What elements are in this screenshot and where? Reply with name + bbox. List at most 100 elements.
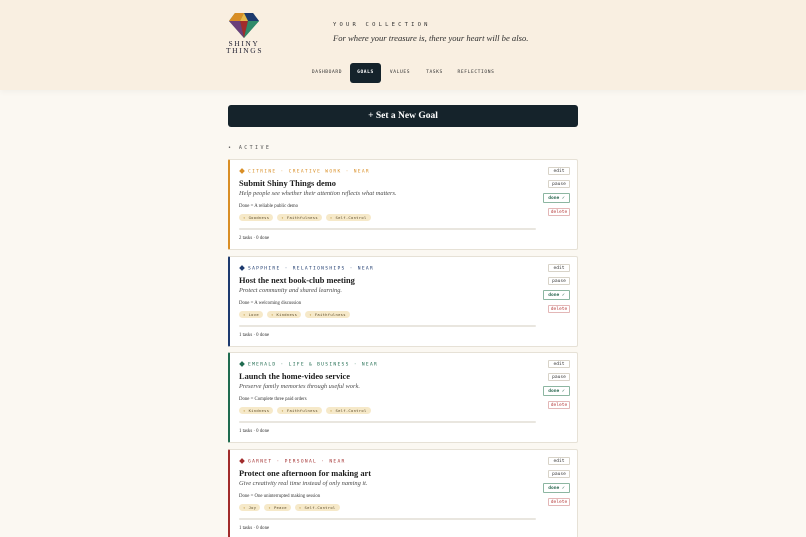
virtue-chip: ✦ Self-Control: [325, 214, 371, 221]
edit-button[interactable]: edit: [548, 360, 570, 368]
goal-progress-bar: [239, 421, 536, 423]
nav-goals[interactable]: GOALS: [350, 63, 381, 83]
goal-done-definition: Done = One uninterrupted making session: [239, 494, 321, 499]
brand-line-2: THINGS: [226, 46, 264, 55]
virtue-chip: ✦ Faithfulness: [277, 407, 322, 414]
virtue-label: Faithfulness: [314, 312, 346, 317]
done-button[interactable]: done ✓: [543, 483, 570, 493]
virtue-list: ✦ Joy ✦ Peace ✦ Self-Control: [239, 504, 340, 511]
main-nav: DASHBOARD GOALS VALUES TASKS REFLECTIONS: [0, 63, 806, 83]
header: SHINY THINGS YOUR COLLECTION For where y…: [0, 0, 806, 90]
virtue-label: Faithfulness: [286, 408, 318, 413]
virtue-chip: ✦ Love: [239, 311, 263, 318]
goal-task-count: 1 tasks · 0 done: [239, 526, 270, 531]
goal-task-count: 1 tasks · 0 done: [239, 429, 270, 434]
edit-button[interactable]: edit: [548, 167, 570, 175]
star-icon: ✦: [243, 215, 246, 220]
edit-button[interactable]: edit: [548, 457, 570, 465]
section-label-active: • ACTIVE: [228, 145, 272, 151]
goal-subtitle: Preserve family memories through useful …: [239, 383, 360, 390]
goal-progress-bar: [239, 518, 536, 520]
virtue-label: Self-Control: [335, 215, 367, 220]
virtue-label: Faithfulness: [286, 215, 318, 220]
pause-button[interactable]: pause: [548, 470, 570, 478]
nav-dashboard[interactable]: DASHBOARD: [307, 63, 347, 83]
goal-subtitle: Give creativity real time instead of onl…: [239, 480, 368, 487]
star-icon: ✦: [270, 312, 274, 317]
goal-actions: edit pause done ✓ delete: [543, 167, 570, 221]
virtue-chip: ✦ Self-Control: [294, 504, 340, 511]
goal-meta: CITRINE · CREATIVE WORK · NEAR: [239, 168, 370, 175]
delete-button[interactable]: delete: [548, 401, 570, 409]
goal-card: CITRINE · CREATIVE WORK · NEAR Submit Sh…: [228, 159, 578, 250]
goal-title: Launch the home-video service: [239, 372, 350, 381]
virtue-label: Love: [248, 312, 259, 317]
goal-actions: edit pause done ✓ delete: [543, 264, 570, 318]
goal-meta-text: GARNET · PERSONAL · NEAR: [248, 459, 346, 465]
goal-card: EMERALD · LIFE & BUSINESS · NEAR Launch …: [228, 352, 578, 443]
done-button[interactable]: done ✓: [543, 193, 570, 203]
goal-meta: GARNET · PERSONAL · NEAR: [239, 458, 346, 465]
brand-name: SHINY THINGS: [226, 40, 264, 55]
goal-meta-text: SAPPHIRE · RELATIONSHIPS · NEAR: [248, 266, 375, 272]
virtue-chip: ✦ Kindness: [266, 311, 302, 318]
goal-progress-bar: [239, 228, 536, 230]
goal-meta-text: EMERALD · LIFE & BUSINESS · NEAR: [248, 362, 379, 368]
goal-meta-text: CITRINE · CREATIVE WORK · NEAR: [248, 169, 370, 175]
gem-icon: [239, 458, 245, 464]
goal-progress-bar: [239, 325, 536, 327]
gem-icon: [239, 265, 245, 271]
pause-button[interactable]: pause: [548, 277, 570, 285]
goal-title: Host the next book-club meeting: [239, 276, 355, 285]
star-icon: ✦: [243, 312, 246, 317]
delete-button[interactable]: delete: [548, 208, 570, 216]
virtue-label: Kindness: [276, 312, 298, 317]
goal-done-definition: Done = A welcoming discussion: [239, 301, 302, 306]
star-icon: ✦: [298, 505, 302, 510]
star-icon: ✦: [268, 505, 271, 510]
star-icon: ✦: [243, 408, 246, 413]
nav-reflections[interactable]: REFLECTIONS: [454, 63, 498, 83]
gem-icon: [239, 361, 245, 367]
goal-title: Submit Shiny Things demo: [239, 179, 336, 188]
gem-icon: [239, 168, 245, 174]
virtue-chip: ✦ Kindness: [239, 407, 274, 414]
done-button[interactable]: done ✓: [543, 386, 570, 396]
goal-title: Protect one afternoon for making art: [239, 469, 372, 478]
goal-task-count: 1 tasks · 0 done: [239, 333, 270, 338]
goal-actions: edit pause done ✓ delete: [543, 360, 570, 414]
star-icon: ✦: [243, 505, 246, 510]
star-icon: ✦: [329, 408, 333, 413]
virtue-chip: ✦ Peace: [264, 504, 291, 511]
done-button[interactable]: done ✓: [543, 290, 570, 300]
star-icon: ✦: [329, 215, 333, 220]
delete-button[interactable]: delete: [548, 305, 570, 313]
nav-tasks[interactable]: TASKS: [421, 63, 448, 83]
virtue-label: Self-Control: [304, 505, 336, 510]
goal-done-definition: Done = A reliable public demo: [239, 204, 299, 209]
virtue-label: Peace: [273, 505, 287, 510]
goal-meta: EMERALD · LIFE & BUSINESS · NEAR: [239, 361, 379, 368]
edit-button[interactable]: edit: [548, 264, 570, 272]
pause-button[interactable]: pause: [548, 373, 570, 381]
goal-actions: edit pause done ✓ delete: [543, 457, 570, 511]
set-new-goal-button[interactable]: + Set a New Goal: [228, 105, 578, 127]
nav-values[interactable]: VALUES: [385, 63, 415, 83]
delete-button[interactable]: delete: [548, 498, 570, 506]
goal-done-definition: Done = Complete three paid orders: [239, 397, 307, 402]
virtue-label: Self-Control: [335, 408, 367, 413]
virtue-chip: ✦ Joy: [239, 504, 261, 511]
brand-logo[interactable]: SHINY THINGS: [226, 12, 262, 54]
star-icon: ✦: [281, 408, 284, 413]
star-icon: ✦: [309, 312, 312, 317]
tagline: For where your treasure is, there your h…: [333, 33, 529, 43]
goal-card: GARNET · PERSONAL · NEAR Protect one aft…: [228, 449, 578, 537]
virtue-label: Joy: [248, 505, 257, 510]
pause-button[interactable]: pause: [548, 180, 570, 188]
goal-task-count: 2 tasks · 0 done: [239, 236, 270, 241]
virtue-chip: ✦ Faithfulness: [277, 214, 322, 221]
goal-subtitle: Protect community and shared learning.: [239, 287, 343, 294]
gem-logo-icon: [229, 13, 259, 38]
virtue-list: ✦ Love ✦ Kindness ✦ Faithfulness: [239, 311, 350, 318]
star-icon: ✦: [281, 215, 284, 220]
